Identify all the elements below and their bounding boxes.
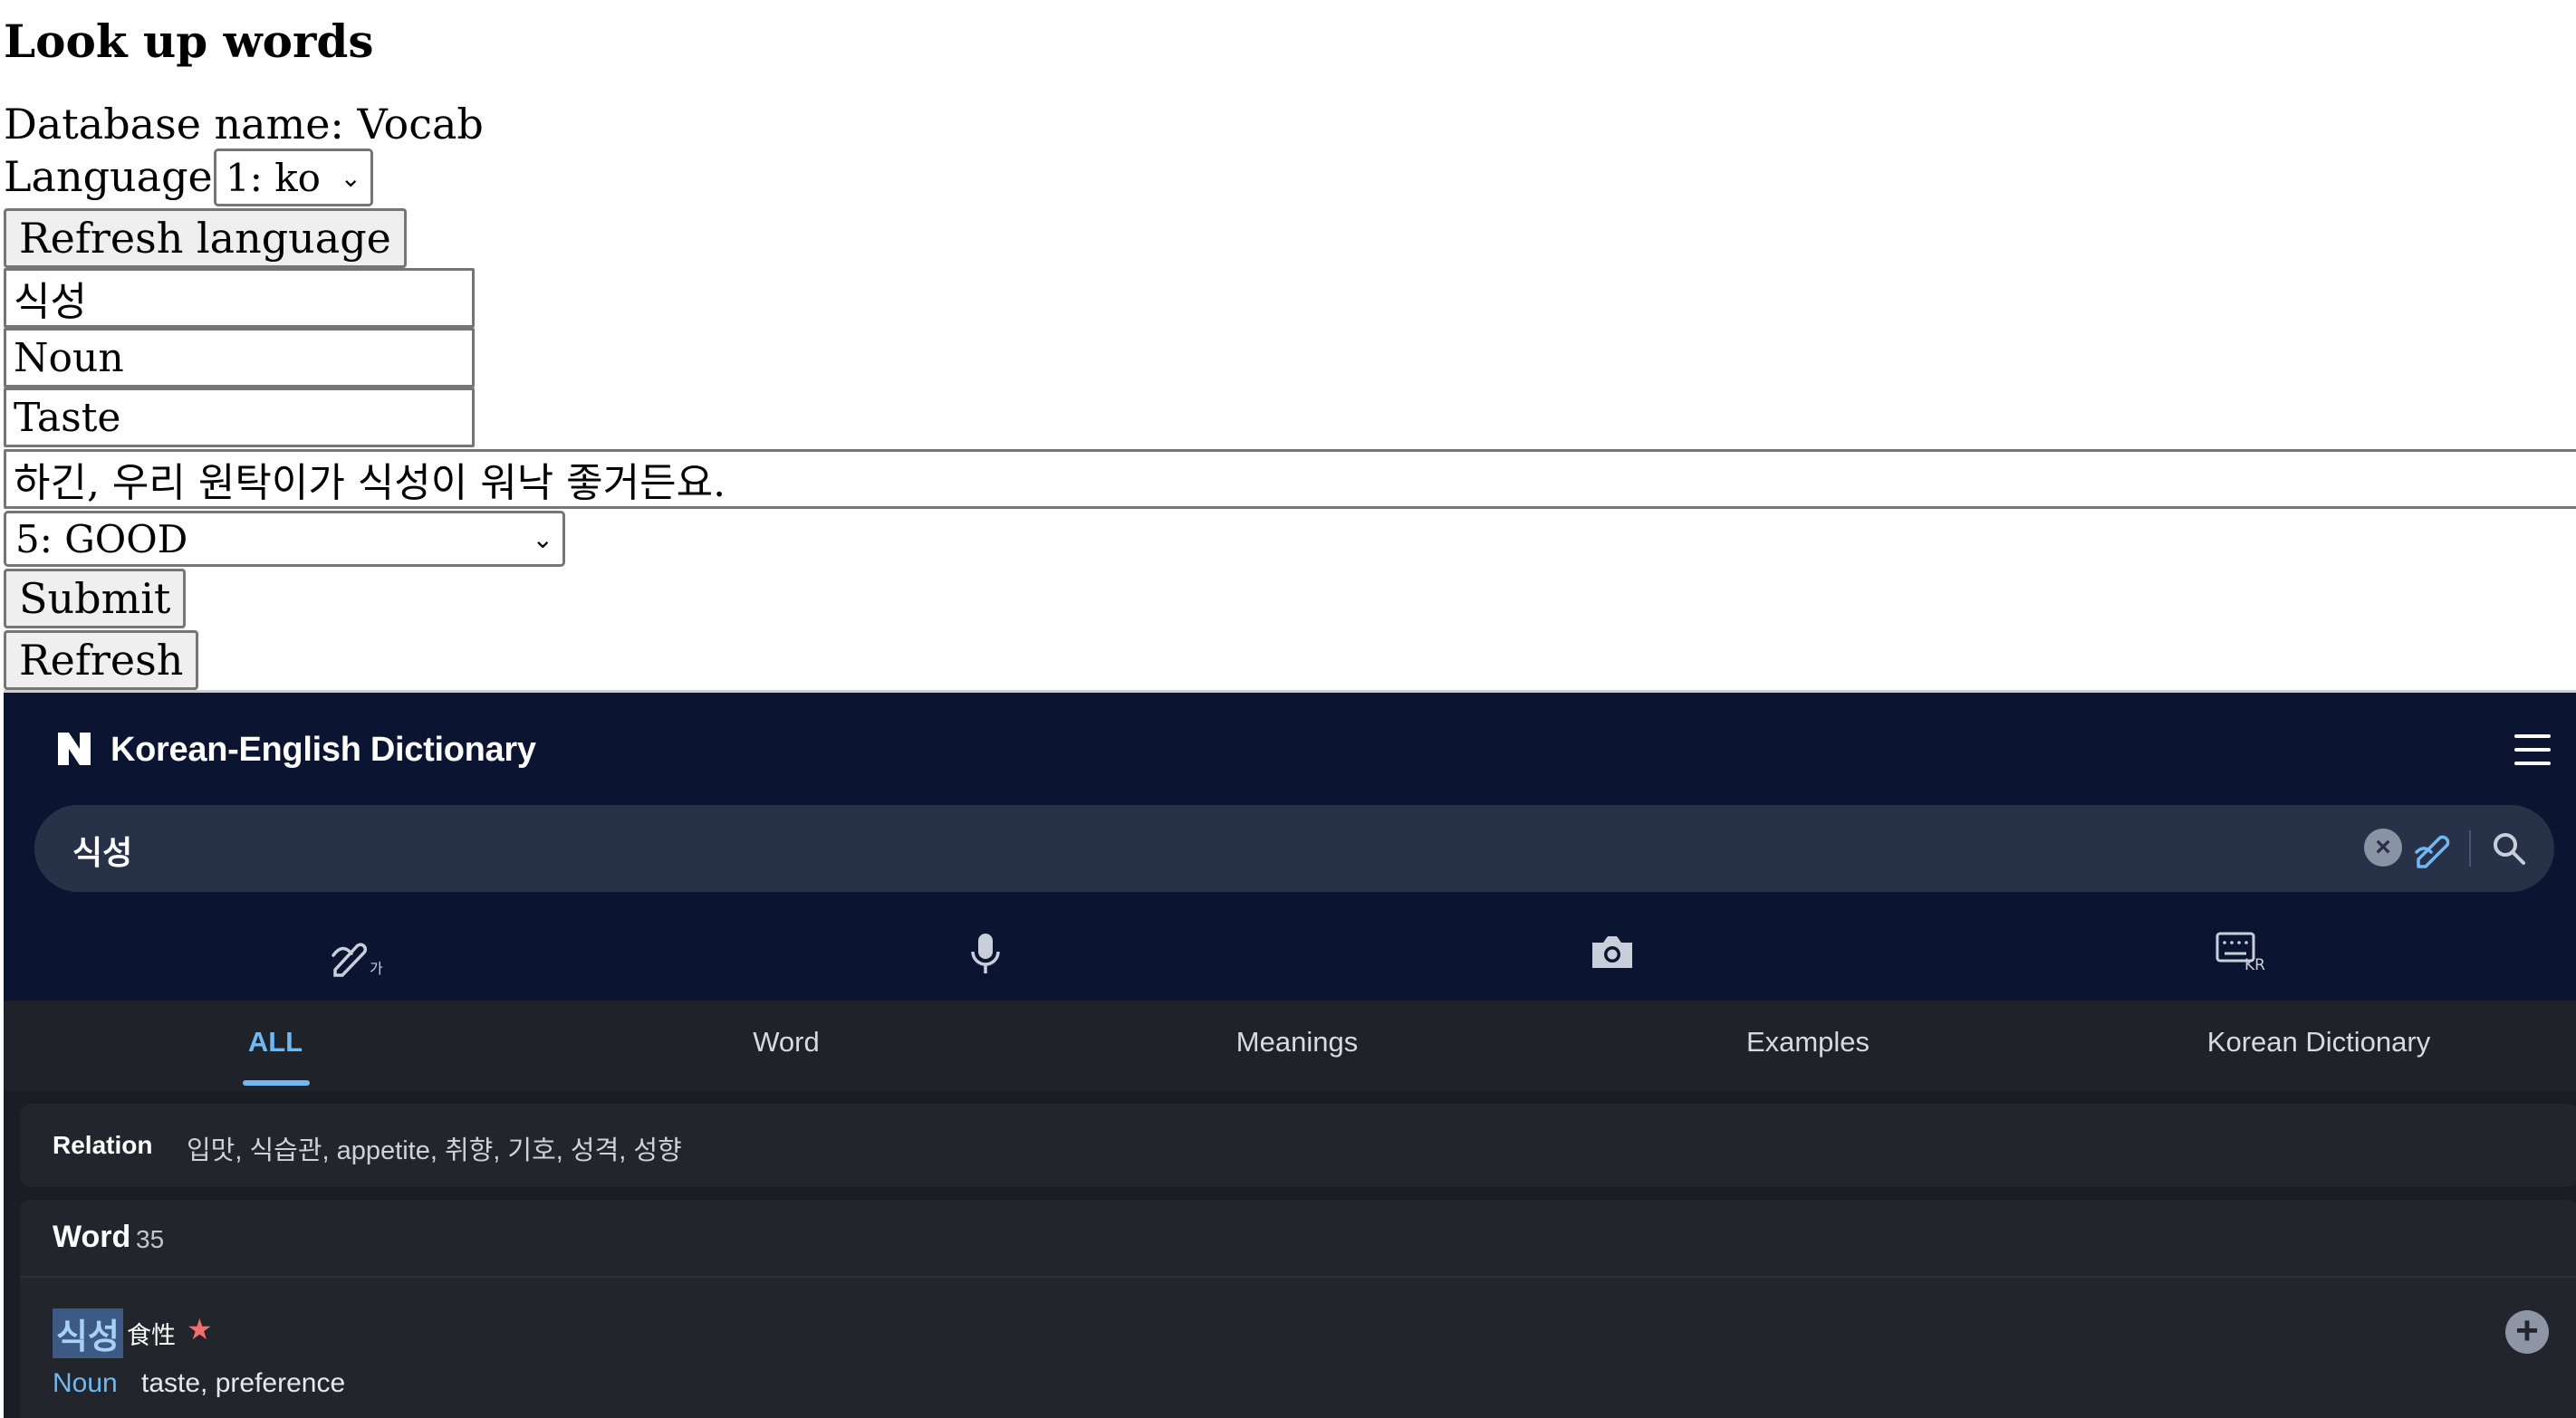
relation-items[interactable]: 입맛, 식습관, appetite, 취향, 기호, 성격, 성향: [187, 1129, 682, 1167]
star-icon: ★: [187, 1313, 213, 1346]
meaning-input[interactable]: Taste: [4, 388, 475, 447]
word-section-count: 35: [136, 1225, 165, 1253]
camera-icon[interactable]: [1589, 932, 1636, 972]
input-tools-row: 가 KR: [4, 919, 2576, 992]
example-sentence-input[interactable]: 하긴, 우리 원탁이가 식성이 워낙 좋거든요.: [4, 449, 2576, 509]
search-icon[interactable]: [2491, 830, 2527, 867]
entry-headword[interactable]: 식성: [53, 1308, 123, 1358]
refresh-button[interactable]: Refresh: [4, 630, 199, 690]
word-section-title: Word: [53, 1220, 131, 1254]
microphone-icon[interactable]: [969, 930, 1002, 977]
tab-korean-dictionary[interactable]: Korean Dictionary: [2065, 1026, 2572, 1059]
entry-hanja: 食性: [127, 1322, 176, 1349]
tab-all[interactable]: ALL: [22, 1026, 529, 1059]
clear-search-icon[interactable]: ×: [2364, 829, 2402, 867]
language-label: Language:: [4, 152, 227, 201]
relation-label: Relation: [53, 1131, 153, 1159]
dictionary-panel: Korean-English Dictionary 식성 × 가 KR ALL …: [4, 690, 2576, 1418]
word-section: Word 35 식성 食性 ★ Noun taste, preference +: [20, 1200, 2576, 1418]
submit-button[interactable]: Submit: [4, 569, 187, 628]
tab-word[interactable]: Word: [533, 1026, 1040, 1059]
part-of-speech-input[interactable]: Noun: [4, 328, 475, 388]
tab-meanings[interactable]: Meanings: [1043, 1026, 1551, 1059]
search-divider: [2469, 830, 2471, 867]
dictionary-header: Korean-English Dictionary 식성 × 가 KR: [4, 693, 2576, 1001]
link-pen-icon[interactable]: [2413, 829, 2456, 868]
active-tab-indicator: [243, 1080, 310, 1086]
entry-part-of-speech: Noun: [53, 1368, 118, 1398]
refresh-language-button[interactable]: Refresh language: [4, 208, 407, 268]
dictionary-search-bar[interactable]: 식성 ×: [34, 805, 2554, 892]
dictionary-tabs: ALL Word Meanings Examples Korean Dictio…: [4, 1001, 2576, 1091]
add-to-wordbook-icon[interactable]: +: [2505, 1310, 2549, 1354]
search-query[interactable]: 식성: [72, 827, 132, 874]
svg-text:KR: KR: [2244, 956, 2265, 972]
section-divider: [20, 1276, 2576, 1278]
word-input[interactable]: 식성: [4, 268, 475, 328]
tab-examples[interactable]: Examples: [1554, 1026, 2062, 1059]
rating-select-value: 5: GOOD: [15, 516, 188, 561]
rating-select[interactable]: 5: GOOD ⌄: [4, 511, 565, 567]
naver-logo-icon[interactable]: [54, 729, 94, 769]
page-title: Look up words: [4, 14, 374, 68]
chevron-down-icon: ⌄: [532, 523, 553, 554]
hamburger-menu-icon[interactable]: [2514, 734, 2551, 765]
svg-text:가: 가: [370, 960, 383, 977]
language-select[interactable]: 1: ko ⌄: [214, 149, 373, 206]
dictionary-title[interactable]: Korean-English Dictionary: [111, 731, 536, 770]
entry-definition: taste, preference: [141, 1368, 346, 1398]
handwriting-icon[interactable]: 가: [330, 930, 386, 977]
database-name: Database name: Vocab: [4, 100, 484, 149]
relation-box: Relation 입맛, 식습관, appetite, 취향, 기호, 성격, …: [20, 1104, 2576, 1187]
keyboard-kr-icon[interactable]: KR: [2214, 930, 2268, 972]
language-select-value: 1: ko: [226, 155, 321, 200]
chevron-down-icon: ⌄: [340, 162, 361, 193]
